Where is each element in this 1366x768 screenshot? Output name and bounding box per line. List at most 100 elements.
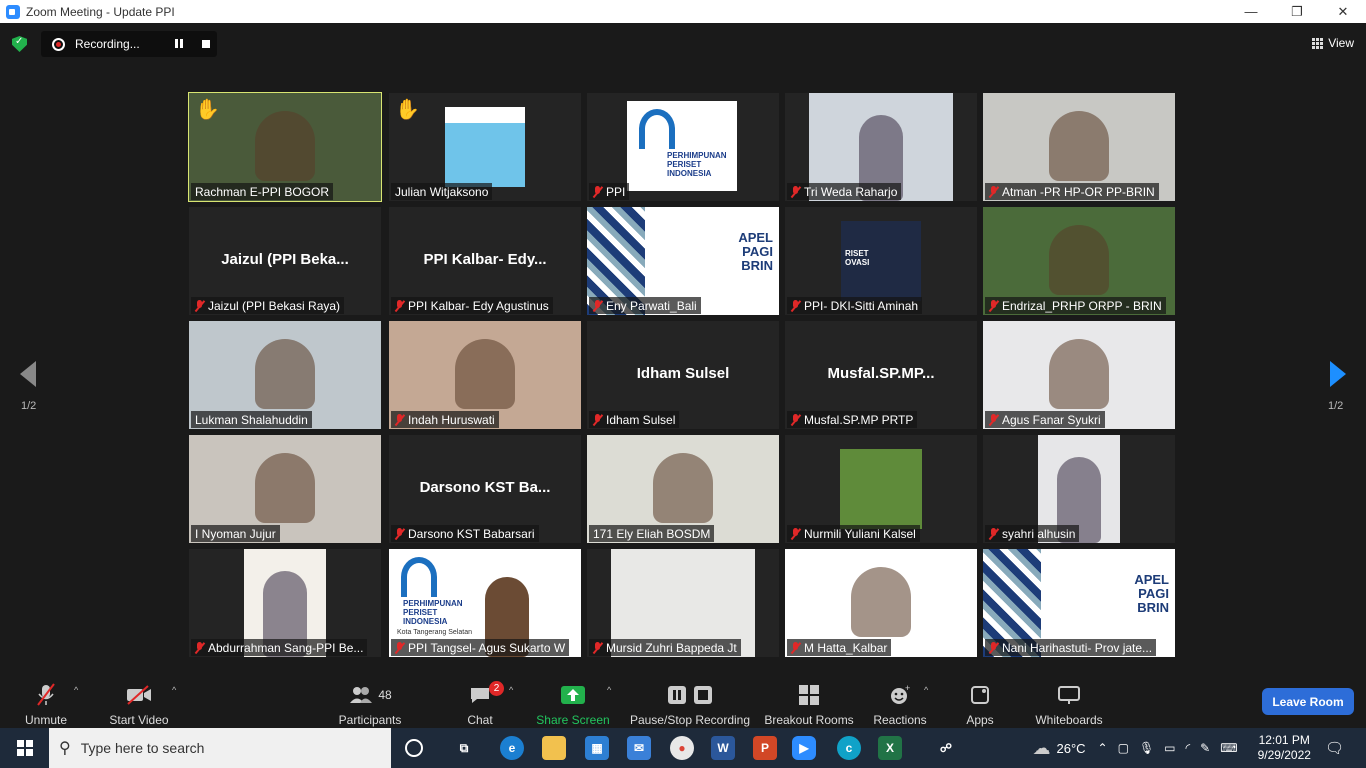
participant-tile[interactable]: PPI Kalbar- Edy... PPI Kalbar- Edy Agusti… (389, 207, 581, 315)
pen-icon[interactable]: ✎ (1200, 741, 1210, 755)
participant-tile[interactable]: Abdurrahman Sang-PPI Be... (189, 549, 381, 657)
cortana-icon[interactable] (405, 739, 423, 757)
chrome-icon[interactable]: ● (670, 736, 694, 760)
participant-tile[interactable]: APEL PAGI BRIN Eny Parwati_Bali (587, 207, 779, 315)
previous-page-arrow-icon[interactable] (20, 361, 36, 387)
participant-name: Nurmili Yuliani Kalsel (804, 526, 916, 541)
apps-button[interactable]: Apps (962, 683, 998, 727)
excel-icon[interactable]: X (878, 736, 902, 760)
participant-name-label: PPI Tangsel- Agus Sukarto W (391, 639, 570, 656)
chat-options-chevron-icon[interactable]: ^ (509, 685, 513, 695)
participant-tile[interactable]: ✋ Rachman E-PPI BOGOR (188, 92, 382, 202)
whiteboards-button[interactable]: Whiteboards (1032, 683, 1106, 727)
participant-tile[interactable]: Musfal.SP.MP... Musfal.SP.MP PRTP (785, 321, 977, 429)
video-options-chevron-icon[interactable]: ^ (172, 685, 176, 695)
pause-recording-icon[interactable] (174, 39, 184, 49)
ppi-tangsel-subtitle: Kota Tangerang Selatan (397, 629, 472, 636)
zoom-taskbar-icon[interactable]: ▶ (792, 736, 816, 760)
breakout-rooms-button[interactable]: Breakout Rooms (764, 683, 854, 727)
mail-icon[interactable]: ✉ (627, 736, 651, 760)
participants-button[interactable]: 48 Participants (336, 683, 404, 727)
participant-tile[interactable]: PERHIMPUNAN PERISET INDONESIA Kota Tanger… (389, 549, 581, 657)
tray-chevron-icon[interactable]: ⌃ (1098, 741, 1108, 755)
participant-tile[interactable]: RISET OVASI PPI- DKI-Sitti Aminah (785, 207, 977, 315)
encryption-shield-icon[interactable] (12, 36, 27, 52)
share-screen-button[interactable]: Share Screen (536, 683, 610, 727)
stop-recording-icon[interactable] (201, 39, 211, 49)
breakout-rooms-label: Breakout Rooms (764, 713, 854, 727)
recording-control-label: Pause/Stop Recording (629, 713, 751, 727)
participant-display-name: Darsono KST Ba... (419, 479, 551, 496)
microsoft-store-icon[interactable]: ▦ (585, 736, 609, 760)
participant-tile[interactable]: Nurmili Yuliani Kalsel (785, 435, 977, 543)
canva-icon[interactable]: c (837, 736, 861, 760)
grid-view-icon (1312, 37, 1324, 49)
participant-tile[interactable]: M Hatta_Kalbar (785, 549, 977, 657)
taskbar-search-box[interactable]: ⚲ Type here to search (49, 728, 391, 768)
muted-microphone-icon (791, 527, 800, 540)
leave-room-button[interactable]: Leave Room (1262, 688, 1354, 715)
battery-icon[interactable]: ▭ (1164, 741, 1175, 755)
participants-label: Participants (338, 713, 402, 727)
participant-tile[interactable]: Lukman Shalahuddin (189, 321, 381, 429)
participant-tile[interactable]: I Nyoman Jujur (189, 435, 381, 543)
maximize-button[interactable]: ❐ (1274, 0, 1320, 23)
participant-name-label: PPI Kalbar- Edy Agustinus (391, 297, 553, 314)
clock-time: 12:01 PM (1258, 733, 1310, 747)
participant-name: Agus Fanar Syukri (1002, 412, 1101, 427)
participant-name: 171 Ely Eliah BOSDM (593, 526, 711, 541)
minimize-button[interactable]: — (1228, 0, 1274, 23)
next-page-arrow-icon[interactable] (1330, 361, 1346, 387)
reactions-options-chevron-icon[interactable]: ^ (924, 685, 928, 695)
start-video-button[interactable]: Start Video (106, 683, 172, 727)
reactions-button[interactable]: + Reactions (872, 683, 928, 727)
weather-temp: 26°C (1056, 740, 1086, 756)
audio-options-chevron-icon[interactable]: ^ (74, 685, 78, 695)
share-options-chevron-icon[interactable]: ^ (607, 685, 611, 695)
participant-tile[interactable]: Indah Huruswati (389, 321, 581, 429)
chat-button[interactable]: 2 Chat (462, 681, 504, 727)
unmute-button[interactable]: Unmute (20, 683, 72, 727)
keyboard-icon[interactable]: ⌨ (1220, 741, 1237, 755)
participant-name-label: Endrizal_PRHP ORPP - BRIN (985, 297, 1166, 314)
close-button[interactable]: ✕ (1320, 0, 1366, 23)
participant-tile[interactable]: PERHIMPUNAN PERISET INDONESIA PPI (587, 93, 779, 201)
wifi-icon[interactable]: ◜ (1186, 741, 1191, 755)
device-icon[interactable]: ▢ (1118, 741, 1129, 755)
participant-name: PPI- DKI-Sitti Aminah (804, 298, 919, 313)
powerpoint-icon[interactable]: P (753, 736, 777, 760)
participant-tile[interactable]: syahri alhusin (983, 435, 1175, 543)
participant-name-label: M Hatta_Kalbar (787, 639, 892, 656)
muted-microphone-icon (195, 299, 204, 312)
participant-tile[interactable]: Darsono KST Ba... Darsono KST Babarsari (389, 435, 581, 543)
participant-tile[interactable]: Mursid Zuhri Bappeda Jt (587, 549, 779, 657)
participant-tile[interactable]: Tri Weda Raharjo (785, 93, 977, 201)
raised-hand-icon: ✋ (195, 99, 220, 121)
windows-start-icon[interactable] (17, 740, 33, 756)
participant-name: Mursid Zuhri Bappeda Jt (606, 640, 737, 655)
participant-tile[interactable]: Idham Sulsel Idham Sulsel (587, 321, 779, 429)
pause-stop-recording-button[interactable]: Pause/Stop Recording (629, 683, 751, 727)
notifications-icon[interactable]: 🗨 (1325, 739, 1344, 757)
muted-microphone-icon (791, 413, 800, 426)
participant-tile[interactable]: APEL PAGI BRIN Nani Harihastuti- Prov jat… (983, 549, 1175, 657)
taskbar-clock[interactable]: 12:01 PM 9/29/2022 (1258, 733, 1311, 763)
edge-browser-icon[interactable]: e (500, 736, 524, 760)
people-icon[interactable]: ☍ (934, 736, 958, 760)
page-indicator-right: 1/2 (1328, 400, 1344, 412)
view-button[interactable]: View (1312, 36, 1354, 50)
weather-cloud-icon[interactable]: ☁ (1032, 738, 1050, 759)
task-view-icon[interactable]: ⧉ (452, 736, 476, 760)
participant-tile[interactable]: Atman -PR HP-OR PP-BRIN (983, 93, 1175, 201)
participant-tile[interactable]: Endrizal_PRHP ORPP - BRIN (983, 207, 1175, 315)
microphone-tray-icon[interactable]: 🎙 (1139, 741, 1154, 755)
participant-tile[interactable]: Agus Fanar Syukri (983, 321, 1175, 429)
participant-tile[interactable]: Jaizul (PPI Beka... Jaizul (PPI Bekasi Ra… (189, 207, 381, 315)
reactions-icon: + (891, 684, 910, 704)
participant-name: Julian Witjaksono (395, 184, 489, 199)
word-icon[interactable]: W (711, 736, 735, 760)
participant-tile[interactable]: ✋ Julian Witjaksono (389, 93, 581, 201)
participant-tile[interactable]: 171 Ely Eliah BOSDM (587, 435, 779, 543)
file-explorer-icon[interactable] (542, 736, 566, 760)
participant-name-label: Indah Huruswati (391, 411, 499, 428)
